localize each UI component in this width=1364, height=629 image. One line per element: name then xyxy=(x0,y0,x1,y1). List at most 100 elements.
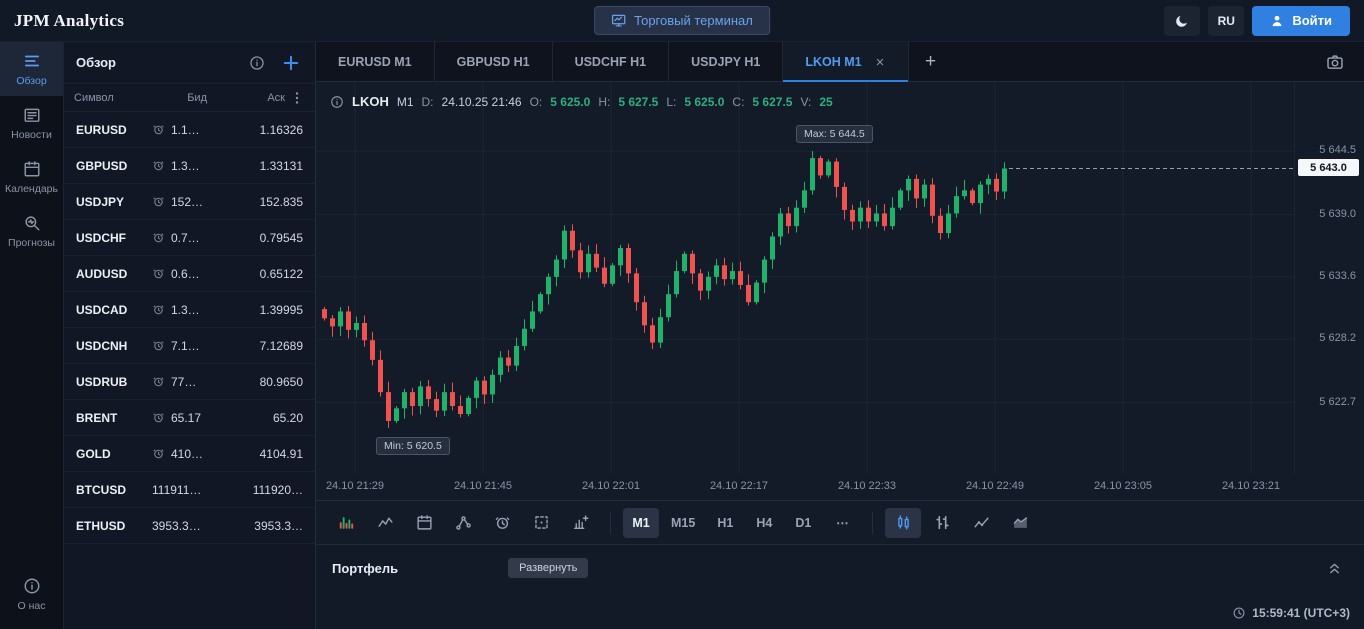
selection-button[interactable] xyxy=(523,508,559,538)
alarm-icon xyxy=(494,514,511,531)
alerts-button[interactable] xyxy=(484,508,520,538)
symbol-name: ETHUSD xyxy=(76,519,152,533)
person-icon xyxy=(1270,14,1284,28)
calendar-button[interactable] xyxy=(406,508,442,538)
timeframe-h4-button[interactable]: H4 xyxy=(746,508,782,538)
ask-value: 1.16326 xyxy=(213,123,303,137)
chart-tab[interactable]: EURUSD M1 xyxy=(316,42,435,81)
trading-terminal-button[interactable]: Торговый терминал xyxy=(594,6,770,35)
candlestick-chart[interactable]: Max: 5 644.5Min: 5 620.5 xyxy=(316,82,1294,474)
timeframe-h1-button[interactable]: H1 xyxy=(707,508,743,538)
chart-tab[interactable]: USDJPY H1 xyxy=(669,42,783,81)
watchlist-row[interactable]: BRENT 65.17 65.20 xyxy=(64,400,315,436)
screenshot-button[interactable] xyxy=(1320,52,1350,72)
chart-tab[interactable]: USDCHF H1 xyxy=(553,42,670,81)
bid-value: 3953.3… xyxy=(152,519,213,533)
watchlist-row[interactable]: AUDUSD 0.6… 0.65122 xyxy=(64,256,315,292)
watchlist-row[interactable]: ETHUSD 3953.3… 3953.3… xyxy=(64,508,315,544)
symbol-name: USDCHF xyxy=(76,231,152,245)
clock-icon xyxy=(152,375,165,388)
topbar-actions: RU Войти xyxy=(1164,6,1350,36)
symbol-name: BRENT xyxy=(76,411,152,425)
bid-value: 77… xyxy=(152,375,213,389)
watchlist-row[interactable]: GBPUSD 1.3… 1.33131 xyxy=(64,148,315,184)
more-timeframes-button[interactable]: ⋯ xyxy=(824,508,860,538)
watchlist-title: Обзор xyxy=(76,55,235,70)
tab-close-icon[interactable] xyxy=(874,56,886,68)
icon-sidebar: Обзор Новости Календарь Прогнозы О нас xyxy=(0,42,64,629)
bid-value: 410… xyxy=(152,447,213,461)
tab-label: EURUSD M1 xyxy=(338,55,412,69)
clock-icon xyxy=(152,447,165,460)
sidebar-item-news[interactable]: Новости xyxy=(0,96,63,150)
time-axis-label: 24.10 22:49 xyxy=(966,480,1024,492)
clock-icon xyxy=(152,123,165,136)
sidebar-item-forecasts[interactable]: Прогнозы xyxy=(0,204,63,258)
forecast-icon xyxy=(23,214,41,232)
kebab-icon xyxy=(289,90,305,106)
watchlist-row[interactable]: GOLD 410… 4104.91 xyxy=(64,436,315,472)
toolbar-separator xyxy=(610,512,611,534)
time-axis[interactable]: 24.10 21:2924.10 21:4524.10 22:0124.10 2… xyxy=(316,474,1294,500)
timeframe-d1-button[interactable]: D1 xyxy=(785,508,821,538)
watchlist-row[interactable]: USDJPY 152… 152.835 xyxy=(64,184,315,220)
ohlc-symbol: LKOH xyxy=(352,94,389,109)
symbol-name: USDJPY xyxy=(76,195,152,209)
add-tab-button[interactable]: + xyxy=(909,42,953,81)
theme-toggle-button[interactable] xyxy=(1164,6,1200,36)
price-scale[interactable]: 5 644.55 639.05 633.65 628.25 622.75 643… xyxy=(1294,82,1364,474)
chart-type-candles-button[interactable] xyxy=(885,508,921,538)
compare-button[interactable] xyxy=(367,508,403,538)
language-button[interactable]: RU xyxy=(1208,6,1244,36)
portfolio-collapse-button[interactable] xyxy=(1321,560,1348,577)
indicators-icon xyxy=(338,514,355,531)
clock-icon xyxy=(152,267,165,280)
watchlist-row[interactable]: EURUSD 1.1… 1.16326 xyxy=(64,112,315,148)
portfolio-expand-button[interactable]: Развернуть xyxy=(508,558,588,578)
app-logo: JPM Analytics xyxy=(14,11,124,31)
camera-icon xyxy=(1326,53,1344,71)
add-study-button[interactable] xyxy=(562,508,598,538)
ask-value: 0.65122 xyxy=(213,267,303,281)
bid-value: 1.1… xyxy=(152,123,213,137)
news-icon xyxy=(23,106,41,124)
ask-value: 65.20 xyxy=(213,411,303,425)
sidebar-item-about[interactable]: О нас xyxy=(0,567,63,621)
chart-type-line-button[interactable] xyxy=(963,508,999,538)
chart-type-area-button[interactable] xyxy=(1002,508,1038,538)
sidebar-item-overview[interactable]: Обзор xyxy=(0,42,63,96)
timeframe-m15-button[interactable]: M15 xyxy=(662,508,704,538)
chart-tab[interactable]: LKOH M1 xyxy=(783,42,908,81)
symbol-name: EURUSD xyxy=(76,123,152,137)
portfolio-panel: Портфель Развернуть 15:59:41 (UTC+3) xyxy=(316,544,1364,629)
login-button[interactable]: Войти xyxy=(1252,6,1350,36)
tab-label: USDCHF H1 xyxy=(575,55,647,69)
app-root: JPM Analytics Торговый терминал RU Войти xyxy=(0,0,1364,629)
symbol-name: USDCNH xyxy=(76,339,152,353)
ask-value: 1.39995 xyxy=(213,303,303,317)
chart-type-bars-button[interactable] xyxy=(924,508,960,538)
current-price-tag: 5 643.0 xyxy=(1298,159,1359,176)
chart-tab[interactable]: GBPUSD H1 xyxy=(435,42,553,81)
watchlist-menu-button[interactable] xyxy=(289,90,305,106)
clock-icon xyxy=(152,339,165,352)
add-chart-icon xyxy=(572,514,589,531)
sidebar-item-label: Прогнозы xyxy=(8,237,55,249)
watchlist-row[interactable]: USDRUB 77… 80.9650 xyxy=(64,364,315,400)
timeframe-m1-button[interactable]: M1 xyxy=(623,508,659,538)
objects-button[interactable] xyxy=(445,508,481,538)
watchlist-row[interactable]: BTCUSD 111911… 111920… xyxy=(64,472,315,508)
chart-toolbar: M1M15H1H4D1⋯ xyxy=(316,500,1364,544)
symbol-name: AUDUSD xyxy=(76,267,152,281)
watchlist-info-button[interactable] xyxy=(247,53,267,73)
ask-value: 80.9650 xyxy=(213,375,303,389)
time-axis-label: 24.10 21:29 xyxy=(326,480,384,492)
indicators-button[interactable] xyxy=(328,508,364,538)
watchlist-row[interactable]: USDCAD 1.3… 1.39995 xyxy=(64,292,315,328)
sidebar-item-calendar[interactable]: Календарь xyxy=(0,150,63,204)
sidebar-item-label: Новости xyxy=(11,129,52,141)
add-symbol-button[interactable] xyxy=(279,51,303,75)
watchlist-row[interactable]: USDCHF 0.7… 0.79545 xyxy=(64,220,315,256)
watchlist-row[interactable]: USDCNH 7.1… 7.12689 xyxy=(64,328,315,364)
tab-label: GBPUSD H1 xyxy=(457,55,530,69)
